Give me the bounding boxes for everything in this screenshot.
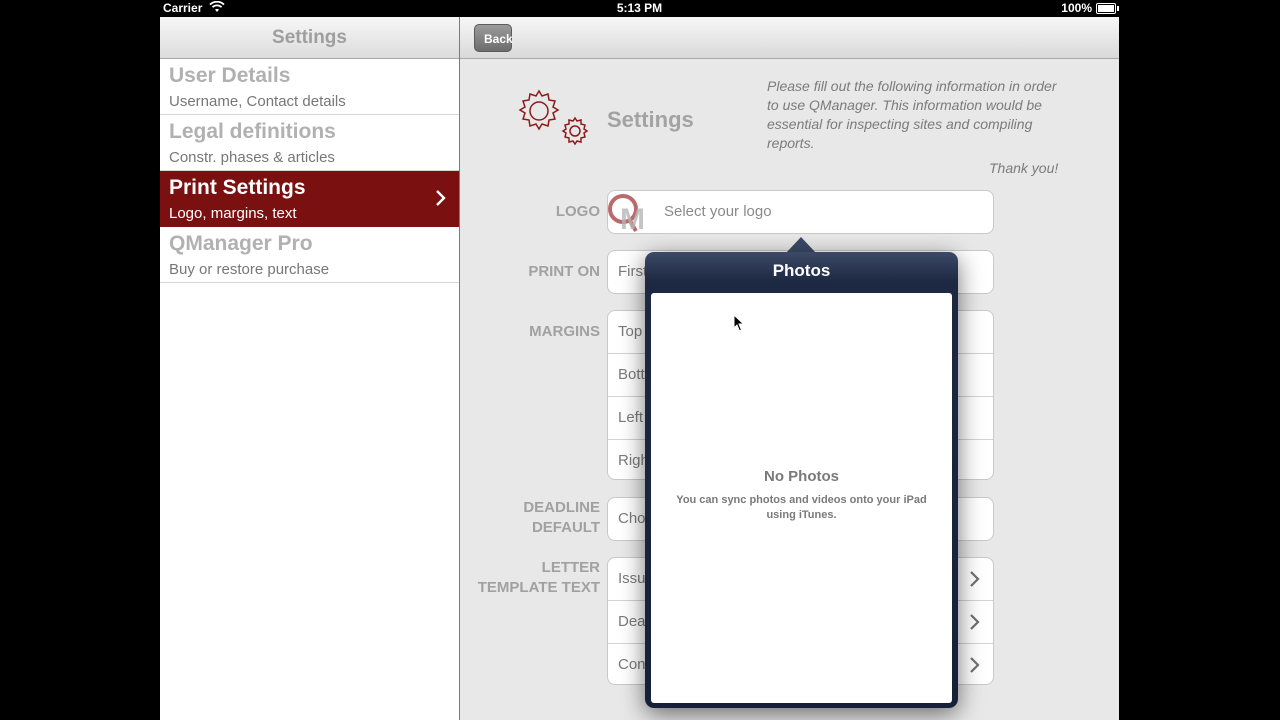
letter-row-label: Con: [618, 656, 646, 673]
empty-state-title: No Photos: [764, 468, 839, 485]
chevron-right-icon: [436, 190, 446, 206]
settings-gears-icon: [518, 89, 589, 146]
qmanager-logo: M: [608, 194, 645, 233]
deadline-label: DEADLINE DEFAULT: [523, 498, 600, 538]
popover-arrow: [786, 237, 816, 253]
logo-label: LOGO: [555, 203, 600, 220]
margins-label: MARGINS: [529, 323, 600, 340]
logo-field[interactable]: M Select your logo: [607, 190, 994, 234]
photos-popover: Photos No Photos You can sync photos and…: [645, 252, 958, 708]
menu-item-title: User Details: [169, 64, 291, 87]
letter-row-label: Issu: [618, 570, 646, 587]
battery-icon: [1096, 3, 1119, 14]
menu-item-user-details[interactable]: User Details Username, Contact details: [160, 59, 459, 115]
deadline-label-line2: DEFAULT: [531, 519, 600, 536]
page-title: Settings: [607, 107, 694, 132]
letter-label-line1: LETTER: [541, 559, 600, 576]
deadline-label-line1: DEADLINE: [523, 499, 600, 516]
menu-item-legal-definitions[interactable]: Legal definitions Constr. phases & artic…: [160, 115, 459, 171]
menu-item-subtitle: Logo, margins, text: [169, 205, 297, 222]
battery-percent: 100%: [1061, 1, 1092, 15]
back-button-label: Back: [484, 32, 513, 46]
letter-row-label: Dea: [618, 613, 646, 630]
status-bar: Carrier 5:13 PM 100%: [160, 0, 1119, 17]
photos-list[interactable]: No Photos You can sync photos and videos…: [651, 293, 952, 703]
letter-label-line2: TEMPLATE TEXT: [477, 579, 600, 596]
master-nav-title: Settings: [272, 27, 347, 48]
popover-title: Photos: [772, 261, 831, 280]
menu-item-qmanager-pro[interactable]: QManager Pro Buy or restore purchase: [160, 227, 459, 283]
print-on-label: PRINT ON: [528, 263, 600, 280]
menu-item-subtitle: Buy or restore purchase: [169, 261, 330, 278]
master-panel: Settings User Details Username, Contact …: [160, 17, 459, 720]
chevron-right-icon: [970, 571, 980, 587]
chevron-right-icon: [970, 657, 980, 673]
letter-label: LETTER TEMPLATE TEXT: [478, 558, 600, 598]
menu-item-title: Print Settings: [169, 176, 306, 199]
menu-item-print-settings[interactable]: Print Settings Logo, margins, text: [160, 171, 459, 227]
svg-text:M: M: [620, 203, 645, 233]
back-button[interactable]: Back: [474, 24, 513, 52]
menu-item-subtitle: Username, Contact details: [169, 93, 346, 110]
thanks-text: Thank you!: [989, 160, 1059, 176]
intro-text: Please fill out the following informatio…: [767, 78, 1057, 151]
menu-item-title: QManager Pro: [169, 232, 313, 255]
chevron-right-icon: [970, 614, 980, 630]
menu-item-subtitle: Constr. phases & articles: [169, 149, 335, 166]
empty-state-message: You can sync photos and videos onto your…: [676, 494, 927, 521]
menu-item-title: Legal definitions: [169, 120, 336, 143]
select-logo-placeholder: Select your logo: [664, 203, 772, 220]
clock: 5:13 PM: [616, 1, 663, 15]
master-nav-bar: Settings: [160, 17, 459, 59]
mouse-cursor-icon: [733, 314, 745, 332]
detail-nav-bar: Back: [460, 17, 1119, 59]
